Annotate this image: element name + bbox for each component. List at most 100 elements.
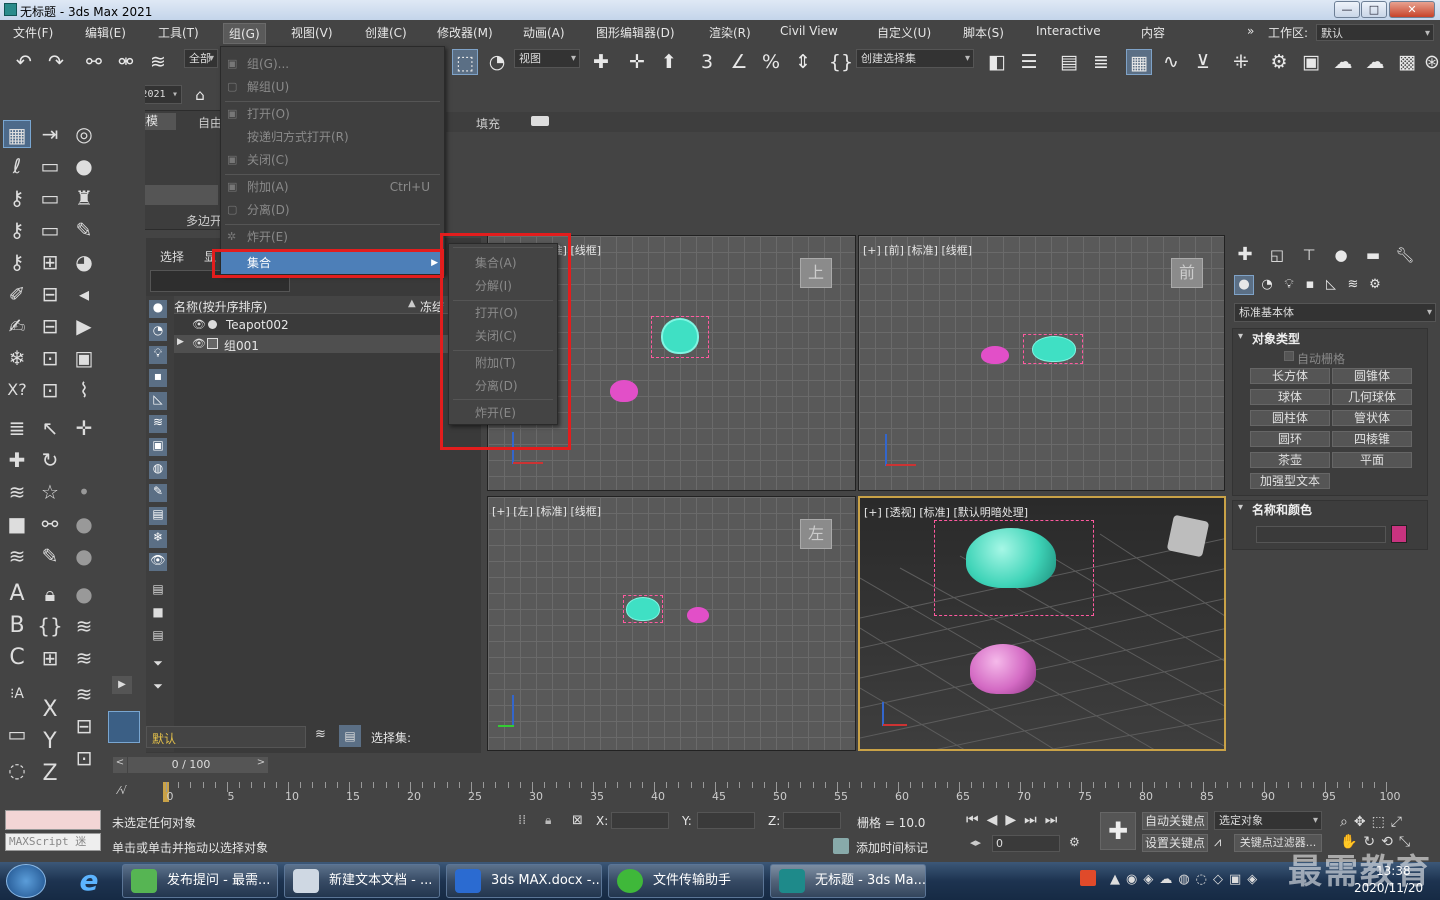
star-icon[interactable]: ☆ xyxy=(36,478,64,506)
geosphere-button[interactable]: 几何球体 xyxy=(1332,389,1412,405)
stack7-icon[interactable]: ≋ xyxy=(70,612,98,640)
menu-item-group[interactable]: ▣ 组(G)... xyxy=(221,53,444,75)
viewcube-left[interactable]: 左 xyxy=(800,519,832,549)
layer-explorer-icon[interactable]: ≣ xyxy=(1088,49,1114,75)
layers2-icon[interactable]: ≋ xyxy=(70,680,98,708)
align-icon[interactable]: ☰ xyxy=(1016,49,1042,75)
tube-button[interactable]: 管状体 xyxy=(1332,410,1412,426)
reference-coordinate-select[interactable]: 视图 xyxy=(514,49,580,68)
current-frame-input[interactable]: 0 xyxy=(992,835,1060,852)
bone-filter-icon[interactable]: ✎ xyxy=(149,484,167,502)
dotted-a-icon[interactable]: ⁝A xyxy=(3,680,31,708)
tray-app-icon[interactable] xyxy=(1080,870,1096,886)
film-icon[interactable]: ▣ xyxy=(70,344,98,372)
layer-stack-icon[interactable]: ≋ xyxy=(315,727,331,745)
named-selection-select[interactable]: 创建选择集 xyxy=(856,49,974,68)
menu-item-ungroup[interactable]: ▢ 解组(U) xyxy=(221,76,444,98)
mirror-icon[interactable]: ◧ xyxy=(984,49,1010,75)
workspace-select[interactable]: 默认 xyxy=(1316,24,1434,41)
loop-icon[interactable]: ↻ xyxy=(36,446,64,474)
menu-item-detach[interactable]: ▢ 分离(D) xyxy=(221,199,444,221)
key-icon[interactable]: ⚷ xyxy=(3,184,31,212)
pivot-icon[interactable]: ✚ xyxy=(588,49,614,75)
stack3-icon[interactable]: ⊟ xyxy=(36,312,64,340)
render-production-icon[interactable]: ☁ xyxy=(1330,49,1356,75)
motion-tab-icon[interactable]: ● xyxy=(1330,244,1352,266)
shape-filter-icon[interactable]: ◔ xyxy=(149,323,167,341)
funnel-settings-icon[interactable]: ⏷ xyxy=(149,656,167,674)
sort-asc-icon[interactable]: ▲ xyxy=(408,298,416,309)
viewport-front[interactable]: [+] [前] [标准] [线框] 前 xyxy=(858,235,1225,491)
viewport-left[interactable]: [+] [左] [标准] [线框] 左 xyxy=(487,496,856,751)
hidden-filter-icon[interactable]: 👁︎ xyxy=(149,553,167,571)
expand-row-icon[interactable]: ▶ xyxy=(177,337,184,347)
visibility-eye-icon[interactable]: 👁︎ xyxy=(192,337,206,350)
project-folder-icon[interactable]: ⌂ xyxy=(189,82,211,106)
layers-icon[interactable]: ≋ xyxy=(3,478,31,506)
menu-animation[interactable]: 动画(A) xyxy=(518,23,570,42)
object-type-title[interactable]: 对象类型 xyxy=(1252,330,1300,347)
snowflake-icon[interactable]: ❄ xyxy=(3,344,31,372)
menu-interactive[interactable]: Interactive xyxy=(1031,23,1106,39)
time-slider-frame[interactable]: 0 / 100 xyxy=(128,757,254,773)
row-label[interactable]: 组001 xyxy=(224,337,259,354)
select-object-icon[interactable]: ⬚ xyxy=(452,49,478,75)
select-tool-icon[interactable]: ▦ xyxy=(3,120,31,148)
menu-file[interactable]: 文件(F) xyxy=(8,23,58,42)
auto-key-button[interactable]: 自动关键点 xyxy=(1142,812,1208,830)
row-label[interactable]: Teapot002 xyxy=(226,318,289,332)
move-icon[interactable]: ✛ xyxy=(624,49,650,75)
timeline-toggle-icon[interactable]: ⁄√ xyxy=(118,784,127,797)
menu-tools[interactable]: 工具(T) xyxy=(153,23,204,42)
menu-create[interactable]: 创建(C) xyxy=(360,23,412,42)
funnel-icon[interactable]: ⏷ xyxy=(149,679,167,697)
time-prev-icon[interactable]: < xyxy=(113,757,127,773)
lock-icon[interactable]: 🔒︎ xyxy=(36,580,64,608)
menu-customize[interactable]: 自定义(U) xyxy=(872,23,936,42)
name-color-title[interactable]: 名称和颜色 xyxy=(1252,501,1312,518)
key2-icon[interactable]: ⚷ xyxy=(3,216,31,244)
menu-views[interactable]: 视图(V) xyxy=(286,23,338,42)
spacewarps-icon[interactable]: ≋ xyxy=(1343,275,1363,295)
viewport-left-label[interactable]: [+] [左] [标准] [线框] xyxy=(492,503,601,519)
object-color-swatch[interactable] xyxy=(1391,525,1407,543)
viewcube-top[interactable]: 上 xyxy=(800,258,832,288)
cameras-icon[interactable]: ▪ xyxy=(1300,275,1320,295)
grid-icon[interactable]: ⊞ xyxy=(36,644,64,672)
teapot-pink-front[interactable] xyxy=(981,346,1009,364)
online-render-icon[interactable]: ⊛ xyxy=(1424,49,1440,75)
render-iterative-icon[interactable]: ☁ xyxy=(1362,49,1388,75)
explorer-row[interactable] xyxy=(174,316,481,334)
panel-icon[interactable]: ▭ xyxy=(36,152,64,180)
pyramid-button[interactable]: 四棱锥 xyxy=(1332,431,1412,447)
menu-item-open[interactable]: ▣ 打开(O) xyxy=(221,103,444,125)
xform-icon[interactable]: X? xyxy=(3,376,31,404)
column-name-header[interactable]: 名称(按升序排序) xyxy=(174,298,267,315)
playback-controls[interactable]: ⏮◀▶⏭⏭ xyxy=(966,812,1088,830)
systems-icon[interactable]: ⚙ xyxy=(1365,275,1385,295)
viewport-persp-label[interactable]: [+] [透视] [标准] [默认明暗处理] xyxy=(864,504,1028,520)
maxscript-listener[interactable] xyxy=(5,810,101,830)
create-tab-icon[interactable]: ✚ xyxy=(1234,244,1256,266)
explorer-row-selected[interactable] xyxy=(174,335,481,353)
spacewarp-filter-icon[interactable]: ≋ xyxy=(149,415,167,433)
menu-item-attach[interactable]: ▣ 附加(A) Ctrl+U xyxy=(221,176,444,198)
viewcube-front[interactable]: 前 xyxy=(1171,258,1203,288)
chain-icon[interactable]: ⚯ xyxy=(36,510,64,538)
menu-graph-editors[interactable]: 图形编辑器(D) xyxy=(591,23,680,42)
paint-icon[interactable]: ● xyxy=(70,152,98,180)
set-key-button[interactable]: 设置关键点 xyxy=(1142,834,1208,852)
stack6-icon[interactable]: ≋ xyxy=(3,542,31,570)
list-filter-icon[interactable]: ▤ xyxy=(149,582,167,600)
ball2-icon[interactable]: ● xyxy=(70,542,98,570)
rollout-collapse-icon[interactable]: ▾ xyxy=(1238,502,1243,513)
taskbar-task[interactable]: 新建文本文档 - ... xyxy=(284,864,440,898)
select-manipulate-icon[interactable]: ⬆ xyxy=(656,49,682,75)
ruler-icon[interactable]: ▭ xyxy=(3,720,31,748)
taskbar-task[interactable]: 3ds MAX.docx -... xyxy=(446,864,602,898)
axis-z-icon[interactable]: Z xyxy=(36,760,64,788)
cone-button[interactable]: 圆锥体 xyxy=(1332,368,1412,384)
maxscript-input[interactable]: MAXScript 迷 xyxy=(5,833,101,851)
render-grid-icon[interactable]: ▩ xyxy=(1394,49,1420,75)
selection-lock-icon[interactable]: 🔒︎ xyxy=(545,813,561,829)
